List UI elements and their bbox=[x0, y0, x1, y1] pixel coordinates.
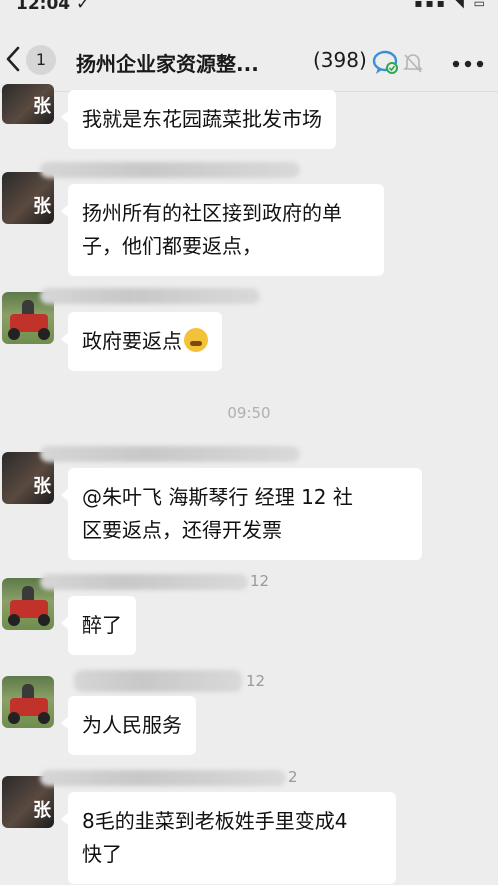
message-text: 区要返点，还得开发票 bbox=[82, 518, 282, 542]
avatar-glyph: 张 bbox=[33, 800, 51, 821]
crying-face-icon bbox=[184, 328, 208, 352]
mute-icon bbox=[403, 54, 423, 73]
status-time: 12:04 ✓ bbox=[16, 0, 91, 14]
message-bubble[interactable]: 醉了 bbox=[61, 596, 136, 655]
sender-name-suffix: 12 bbox=[246, 672, 266, 690]
back-icon[interactable] bbox=[2, 44, 24, 74]
message-list[interactable]: 张 我就是东花园蔬菜批发市场 张 扬州所有的社区接到政府的单 子，他们都要返点，… bbox=[0, 84, 498, 885]
avatar-wheel bbox=[8, 328, 20, 340]
message-text: 醉了 bbox=[82, 613, 122, 637]
more-icon[interactable] bbox=[448, 60, 488, 68]
member-count: (398) bbox=[313, 48, 367, 72]
avatar-glyph: 张 bbox=[33, 476, 51, 497]
message-text: 子，他们都要返点， bbox=[82, 234, 262, 258]
avatar-wheel bbox=[38, 614, 50, 626]
message-bubble[interactable]: 我就是东花园蔬菜批发市场 bbox=[61, 90, 336, 149]
avatar-wheel bbox=[38, 712, 50, 724]
avatar-glyph: 张 bbox=[33, 196, 51, 217]
status-bar: 12:04 ✓ ▪▪▪ ◥ ▭ bbox=[0, 0, 498, 22]
message-bubble[interactable]: @朱叶飞 海斯琴行 经理 12 社 区要返点，还得开发票 bbox=[61, 468, 422, 560]
message-text: 我就是东花园蔬菜批发市场 bbox=[82, 107, 322, 131]
sender-name-suffix: 2 bbox=[288, 768, 298, 786]
chat-header: 1 扬州企业家资源整... (398) bbox=[0, 22, 498, 92]
sender-name-blurred bbox=[40, 446, 300, 462]
unread-badge[interactable]: 1 bbox=[26, 45, 56, 75]
message-text: 8毛的韭菜到老板姓手里变成4 bbox=[82, 809, 348, 833]
sender-name-suffix: 12 bbox=[250, 572, 270, 590]
sender-name-blurred bbox=[40, 162, 300, 178]
sender-avatar[interactable]: 张 bbox=[2, 172, 54, 224]
message-text: 快了 bbox=[82, 842, 122, 866]
sender-avatar[interactable]: 张 bbox=[2, 84, 54, 124]
sender-name-blurred bbox=[40, 574, 248, 590]
timestamp: 09:50 bbox=[227, 404, 271, 422]
message-text: 政府要返点 bbox=[82, 329, 182, 353]
sender-name-blurred bbox=[40, 288, 260, 304]
message-text: 扬州所有的社区接到政府的单 bbox=[82, 201, 342, 225]
message-bubble[interactable]: 扬州所有的社区接到政府的单 子，他们都要返点， bbox=[61, 184, 384, 276]
avatar-wheel bbox=[8, 614, 20, 626]
avatar-wheel bbox=[8, 712, 20, 724]
message-bubble[interactable]: 政府要返点 bbox=[61, 312, 222, 371]
status-icons: ▪▪▪ ◥ ▭ bbox=[414, 0, 488, 10]
message-bubble[interactable]: 8毛的韭菜到老板姓手里变成4 快了 bbox=[61, 792, 396, 884]
chat-title: 扬州企业家资源整... bbox=[76, 52, 259, 76]
voice-icon[interactable] bbox=[372, 50, 400, 76]
sender-avatar[interactable] bbox=[2, 676, 54, 728]
avatar-glyph: 张 bbox=[33, 96, 51, 117]
message-bubble[interactable]: 为人民服务 bbox=[61, 696, 196, 755]
sender-name-blurred bbox=[74, 670, 242, 692]
sender-name-blurred bbox=[40, 770, 286, 786]
message-text: 为人民服务 bbox=[82, 713, 182, 737]
avatar-wheel bbox=[38, 328, 50, 340]
message-text: @朱叶飞 海斯琴行 经理 12 社 bbox=[82, 485, 353, 509]
